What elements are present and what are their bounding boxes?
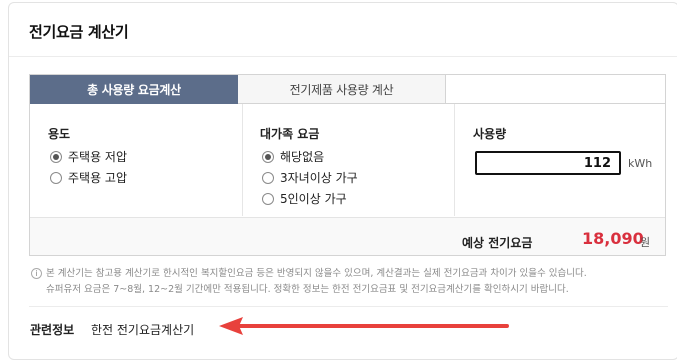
tab-total-usage[interactable]: 총 사용량 요금계산 xyxy=(30,75,238,104)
page-title: 전기요금 계산기 xyxy=(29,23,129,41)
usage-heading: 사용량 xyxy=(473,127,507,141)
calculator-panel: 총 사용량 요금계산 전기제품 사용량 계산 용도 주택용 저압 주택용 고압 … xyxy=(29,74,666,256)
radio-residential-low[interactable]: 주택용 저압 xyxy=(50,148,127,165)
tab-appliance-usage[interactable]: 전기제품 사용량 계산 xyxy=(238,75,446,104)
family-rate-heading: 대가족 요금 xyxy=(260,127,320,141)
radio-label: 5인이상 가구 xyxy=(280,192,347,206)
related-info-label: 관련정보 xyxy=(30,323,75,337)
result-bar xyxy=(30,217,665,255)
result-unit: 원 xyxy=(640,236,651,249)
bottom-divider xyxy=(29,306,668,307)
usage-input[interactable] xyxy=(475,151,621,175)
usage-unit: kWh xyxy=(628,157,653,170)
radio-family-none[interactable]: 해당없음 xyxy=(262,148,324,165)
radio-family-five-members[interactable]: 5인이상 가구 xyxy=(262,190,347,207)
column-divider xyxy=(454,104,455,216)
calculator-card: 전기요금 계산기 총 사용량 요금계산 전기제품 사용량 계산 용도 주택용 저… xyxy=(8,2,677,360)
radio-button[interactable] xyxy=(50,150,62,163)
radio-button[interactable] xyxy=(262,192,274,205)
tab-bar-filler xyxy=(446,75,665,104)
column-divider xyxy=(242,104,243,216)
usage-type-heading: 용도 xyxy=(48,127,71,141)
annotation-arrow-icon xyxy=(219,317,509,335)
radio-label: 3자녀이상 가구 xyxy=(280,171,358,185)
info-icon: i xyxy=(31,268,42,279)
title-divider xyxy=(9,56,677,57)
radio-label: 주택용 저압 xyxy=(68,150,128,164)
result-value: 18,090 xyxy=(582,229,644,248)
radio-residential-high[interactable]: 주택용 고압 xyxy=(50,169,127,186)
kepco-calculator-link[interactable]: 한전 전기요금계산기 xyxy=(91,321,194,338)
radio-button[interactable] xyxy=(50,171,62,184)
notice-line-2: 슈퍼유저 요금은 7~8월, 12~2월 기간에만 적용됩니다. 정확한 정보는… xyxy=(46,284,569,295)
radio-family-three-children[interactable]: 3자녀이상 가구 xyxy=(262,169,358,186)
radio-label: 주택용 고압 xyxy=(68,171,128,185)
notice-line-1: 본 계산기는 참고용 계산기로 한시적인 복지할인요금 등은 반영되지 않을수 … xyxy=(46,268,587,279)
result-label: 예상 전기요금 xyxy=(462,236,533,250)
tab-bar: 총 사용량 요금계산 전기제품 사용량 계산 xyxy=(30,75,665,104)
radio-button[interactable] xyxy=(262,171,274,184)
radio-label: 해당없음 xyxy=(280,150,325,164)
radio-button[interactable] xyxy=(262,150,274,163)
